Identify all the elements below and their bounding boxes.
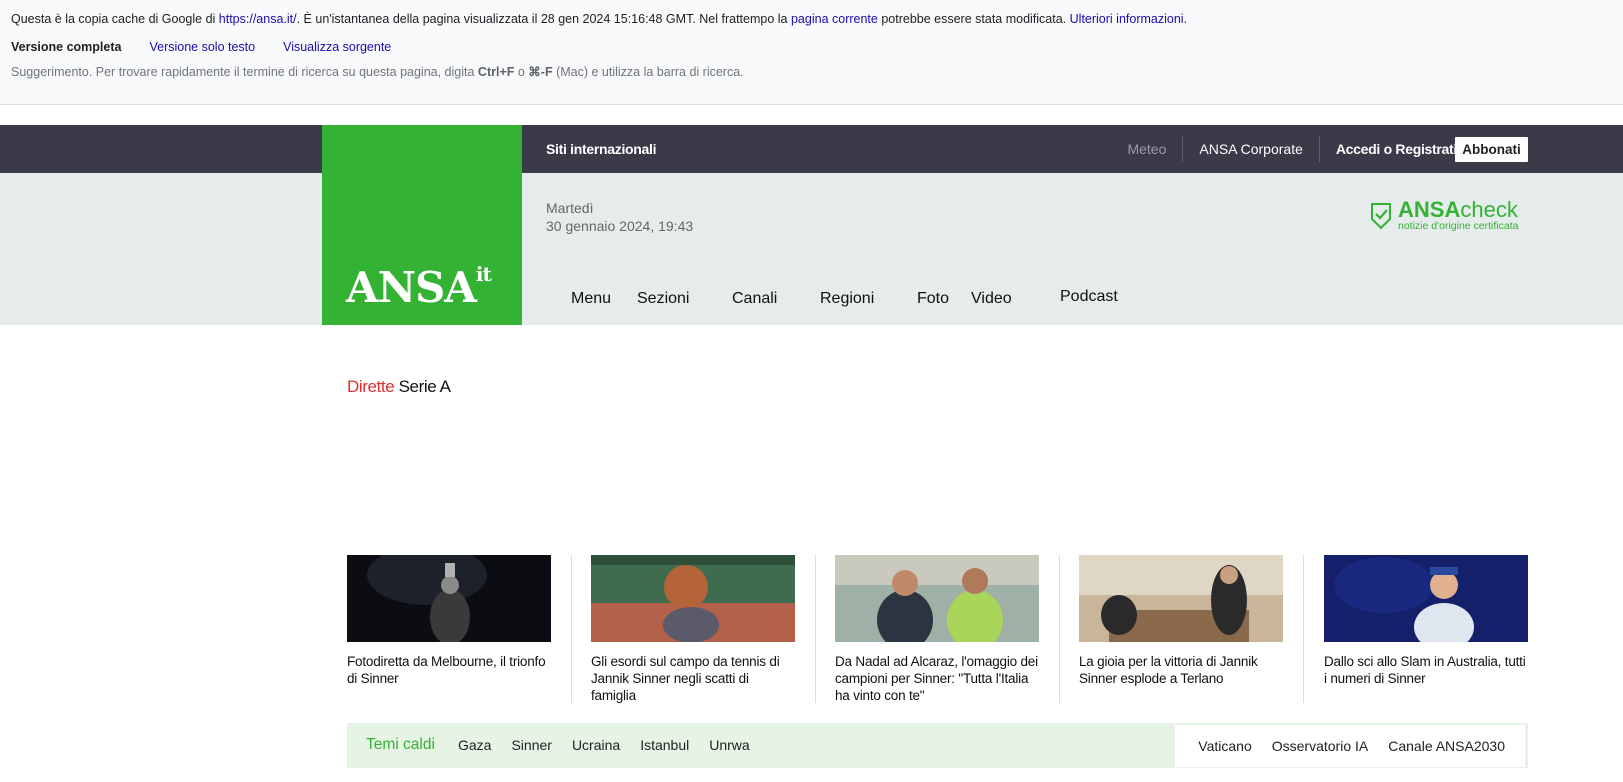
featured-channels: Vaticano Osservatorio IA Canale ANSA2030	[1175, 725, 1525, 767]
meteo-link[interactable]: Meteo	[1111, 141, 1182, 157]
news-card[interactable]: Da Nadal ad Alcaraz, l'omaggio dei campi…	[835, 555, 1039, 703]
news-card-title: La gioia per la vittoria di Jannik Sinne…	[1079, 654, 1258, 686]
channel-link-ansa2030[interactable]: Canale ANSA2030	[1388, 738, 1505, 754]
news-thumbnail	[591, 555, 795, 642]
nav-foto[interactable]: Foto	[917, 290, 949, 308]
dirette-heading[interactable]: Dirette Serie A	[347, 377, 451, 397]
hot-topic-link[interactable]: Unrwa	[709, 737, 749, 753]
news-thumbnail	[1324, 555, 1528, 642]
full-version-link[interactable]: Versione completa	[11, 40, 121, 54]
cached-url-link[interactable]: https://ansa.it/	[219, 12, 297, 26]
news-thumbnail	[347, 555, 551, 642]
ansacheck-title-ansa: ANSA	[1398, 197, 1461, 222]
date-full: 30 gennaio 2024, 19:43	[546, 218, 694, 234]
view-source-link[interactable]: Visualizza sorgente	[283, 40, 391, 54]
cache-notice-suffix: potrebbe essere stata modificata.	[877, 12, 1070, 26]
dirette-label: Dirette	[347, 377, 395, 396]
news-card-title: Dallo sci allo Slam in Australia, tutti …	[1324, 654, 1526, 686]
ansacheck-subtitle: notizie d'origine certificata	[1398, 220, 1519, 232]
nav-podcast[interactable]: Podcast	[1060, 288, 1118, 306]
logo-suffix: it	[475, 262, 492, 286]
hot-topics-label: Temi caldi	[366, 736, 435, 753]
card-divider	[1303, 555, 1304, 703]
news-card[interactable]: Fotodiretta da Melbourne, il trionfo di …	[347, 555, 551, 703]
nav-video[interactable]: Video	[971, 290, 1012, 308]
hot-topic-link[interactable]: Sinner	[511, 737, 551, 753]
tip-shortcut-cmd-f: ⌘-F	[528, 65, 553, 79]
channel-link-osservatorio-ia[interactable]: Osservatorio IA	[1272, 738, 1368, 754]
hot-topics-list: Gaza Sinner Ucraina Istanbul Unrwa	[458, 737, 750, 753]
ansacheck-title-check: check	[1460, 197, 1518, 222]
ansacheck-text: ANSAcheck notizie d'origine certificata	[1398, 197, 1519, 233]
nav-canali[interactable]: Canali	[732, 290, 777, 308]
ansa-corporate-link[interactable]: ANSA Corporate	[1183, 141, 1319, 157]
tip-prefix: Suggerimento. Per trovare rapidamente il…	[11, 65, 478, 79]
google-cache-banner: Questa è la copia cache di Google di htt…	[0, 0, 1623, 105]
news-card[interactable]: La gioia per la vittoria di Jannik Sinne…	[1079, 555, 1283, 703]
more-info-link[interactable]: Ulteriori informazioni.	[1070, 12, 1187, 26]
news-card[interactable]: Gli esordi sul campo da tennis di Jannik…	[591, 555, 795, 703]
ansacheck-title: ANSAcheck	[1398, 197, 1518, 222]
hot-topics-bar: Temi caldi Gaza Sinner Ucraina Istanbul …	[347, 723, 1528, 768]
hot-topic-link[interactable]: Gaza	[458, 737, 491, 753]
top-nav: Meteo ANSA Corporate Accedi o Registrati	[1111, 125, 1473, 173]
ansacheck-badge[interactable]: ANSAcheck notizie d'origine certificata	[1370, 197, 1519, 233]
news-cards: Fotodiretta da Melbourne, il trionfo di …	[347, 555, 1528, 703]
nav-menu[interactable]: Menu	[571, 290, 611, 308]
news-card-title: Gli esordi sul campo da tennis di Jannik…	[591, 654, 780, 703]
dirette-topic: Serie A	[398, 377, 451, 396]
subscribe-button[interactable]: Abbonati	[1455, 137, 1528, 162]
ansa-logo[interactable]: ANSAit	[322, 125, 522, 325]
news-thumbnail	[835, 555, 1039, 642]
nav-regioni[interactable]: Regioni	[820, 290, 874, 308]
ansa-logo-text: ANSAit	[346, 262, 492, 312]
header-sub-bar	[0, 173, 1623, 325]
tip-shortcut-ctrl-f: Ctrl+F	[477, 65, 515, 79]
card-divider	[1059, 555, 1060, 703]
text-only-version-link[interactable]: Versione solo testo	[149, 40, 255, 54]
tip-suffix: (Mac) e utilizza la barra di ricerca.	[552, 65, 744, 79]
news-card[interactable]: Dallo sci allo Slam in Australia, tutti …	[1324, 555, 1528, 703]
login-register-link[interactable]: Accedi o Registrati	[1320, 141, 1473, 157]
cache-version-links: Versione completa Versione solo testo Vi…	[11, 40, 391, 54]
logo-main: ANSA	[346, 263, 477, 312]
current-page-link[interactable]: pagina corrente	[791, 12, 878, 26]
date-weekday: Martedì	[546, 200, 594, 216]
tip-or: o	[514, 65, 529, 79]
news-card-title: Da Nadal ad Alcaraz, l'omaggio dei campi…	[835, 654, 1038, 703]
cache-notice-prefix: Questa è la copia cache di Google di	[11, 12, 219, 26]
hot-topic-link[interactable]: Istanbul	[640, 737, 689, 753]
hot-topic-link[interactable]: Ucraina	[572, 737, 620, 753]
card-divider	[571, 555, 572, 703]
cache-notice-mid: . È un'istantanea della pagina visualizz…	[296, 12, 791, 26]
nav-sezioni[interactable]: Sezioni	[637, 290, 689, 308]
international-sites-link[interactable]: Siti internazionali	[546, 141, 657, 157]
cache-notice: Questa è la copia cache di Google di htt…	[11, 12, 1187, 26]
news-thumbnail	[1079, 555, 1283, 642]
shield-check-icon	[1371, 203, 1391, 230]
news-card-title: Fotodiretta da Melbourne, il trionfo di …	[347, 654, 546, 686]
channel-link-vaticano[interactable]: Vaticano	[1198, 738, 1251, 754]
card-divider	[815, 555, 816, 703]
search-tip: Suggerimento. Per trovare rapidamente il…	[11, 64, 744, 79]
